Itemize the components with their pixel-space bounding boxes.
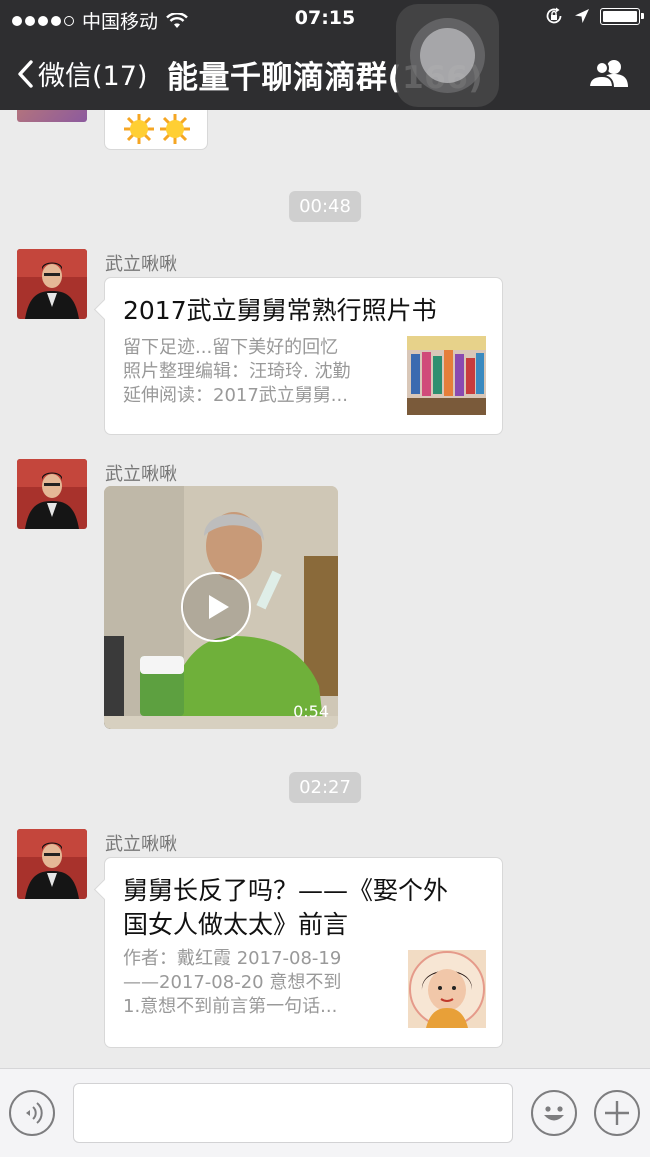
- sender-name: 武立啾啾: [105, 834, 177, 855]
- voice-input-button[interactable]: [9, 1090, 55, 1136]
- video-duration: 0:54: [293, 702, 329, 721]
- avatar-photo: [17, 829, 87, 899]
- plus-icon: [605, 1101, 629, 1125]
- desc-line: 作者：戴红霞 2017-08-19: [123, 948, 342, 969]
- rotation-lock-icon: [546, 7, 562, 24]
- title-line: 舅舅长反了吗？——《娶个外: [123, 876, 449, 905]
- desc-line: 1.意想不到前言第一句话...: [123, 996, 338, 1017]
- location-arrow-icon: [575, 9, 589, 23]
- avatar-photo: [17, 459, 87, 529]
- desc-line: 延伸阅读：2017武立舅舅...: [123, 385, 348, 406]
- avatar[interactable]: [17, 249, 87, 319]
- desc-line: ——2017-08-20 意想不到: [123, 972, 342, 993]
- avatar[interactable]: [17, 110, 87, 122]
- input-bar: [0, 1068, 650, 1157]
- desc-line: 照片整理编辑：汪琦玲. 沈勤: [123, 361, 351, 382]
- assistive-touch-button[interactable]: [396, 4, 499, 107]
- group-members-button[interactable]: [587, 58, 630, 92]
- article-card[interactable]: 舅舅长反了吗？——《娶个外 国女人做太太》前言 作者：戴红霞 2017-08-1…: [93, 857, 503, 1048]
- article-title: 舅舅长反了吗？——《娶个外 国女人做太太》前言: [123, 874, 484, 942]
- smiley-icon: [544, 1106, 564, 1121]
- page-title: 能量千聊滴滴群(166): [166, 60, 484, 96]
- sun-emoji-icon: [160, 114, 190, 144]
- play-button[interactable]: [181, 572, 251, 642]
- sun-emoji-icon: [124, 114, 154, 144]
- video-message[interactable]: 0:54: [104, 486, 338, 729]
- article-description: 留下足迹...留下美好的回忆 照片整理编辑：汪琦玲. 沈勤 延伸阅读：2017武…: [123, 336, 393, 408]
- desc-line: 留下足迹...留下美好的回忆: [123, 337, 339, 358]
- message-bubble[interactable]: [104, 110, 208, 150]
- article-title: 2017武立舅舅常熟行照片书: [123, 296, 437, 325]
- more-options-button[interactable]: [594, 1090, 640, 1136]
- people-icon: [587, 60, 628, 88]
- article-thumbnail: [408, 950, 486, 1028]
- article-card[interactable]: 2017武立舅舅常熟行照片书 留下足迹...留下美好的回忆 照片整理编辑：汪琦玲…: [93, 277, 503, 435]
- chat-header: 微信(17) 能量千聊滴滴群(166): [0, 36, 650, 110]
- timestamp-label: 02:27: [289, 772, 361, 803]
- status-bar: 中国移动 07:15: [0, 0, 650, 36]
- voice-icon: [26, 1102, 43, 1124]
- message-input[interactable]: [73, 1083, 513, 1143]
- message-list[interactable]: 00:48 武立啾啾 2017武立舅舅常熟行照片书 留下足迹...留下美好的回忆…: [0, 110, 650, 1068]
- avatar[interactable]: [17, 829, 87, 899]
- title-line: 国女人做太太》前言: [123, 910, 349, 939]
- avatar[interactable]: [17, 459, 87, 529]
- article-thumbnail: [407, 336, 486, 415]
- emoji-button[interactable]: [531, 1090, 577, 1136]
- timestamp-label: 00:48: [289, 191, 361, 222]
- battery-icon: [600, 7, 644, 25]
- article-description: 作者：戴红霞 2017-08-19 ——2017-08-20 意想不到 1.意想…: [123, 947, 393, 1019]
- sender-name: 武立啾啾: [105, 254, 177, 275]
- avatar-photo: [17, 249, 87, 319]
- sender-name: 武立啾啾: [105, 464, 177, 485]
- play-icon: [209, 595, 229, 619]
